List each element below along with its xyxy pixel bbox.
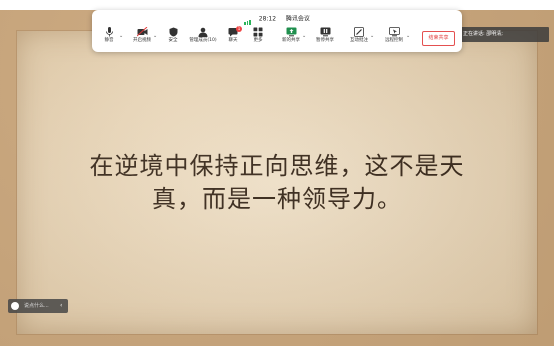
chevron-left-icon[interactable]: ‹ [60,299,62,313]
shared-screen-frame: 在逆境中保持正向思维，这不是天 真，而是一种领导力。 [0,10,554,346]
app-title: 腾讯会议 [285,15,310,23]
pause-share-label: 暂停共享 [316,38,334,43]
remote-control-label: 远程控制 [385,38,403,43]
signal-icon [244,13,252,25]
annotate-options-chevron-icon[interactable]: ⌄ [370,33,374,39]
toolbar-header: 28:12 腾讯会议 [92,13,462,25]
slide-text: 在逆境中保持正向思维，这不是天 真，而是一种领导力。 [60,150,494,216]
remote-control-icon [388,27,400,37]
annotate-button[interactable]: 互动批注 [344,27,374,51]
pause-share-icon [320,27,330,37]
security-button[interactable]: 安全 [158,27,188,51]
chat-input-bar[interactable]: 说点什么... ‹ [8,299,68,313]
meeting-timer: 28:12 [258,15,277,23]
meeting-toolbar: 28:12 腾讯会议 静音 ⌄ 开启视频 ⌄ 安全 管理成员(10) 1 聊天 … [92,10,462,52]
video-off-icon [136,27,147,37]
share-options-chevron-icon[interactable]: ⌄ [302,33,306,39]
slide-paper [17,31,537,334]
members-icon [198,27,208,37]
speaking-text: 正在讲话: 邵明清; [463,31,503,37]
new-share-button[interactable]: 新的共享 [276,27,306,51]
more-label: 更多 [253,38,263,43]
emoji-icon[interactable] [11,302,19,310]
slide-line-2: 真，而是一种领导力。 [152,185,402,213]
video-options-chevron-icon[interactable]: ⌄ [153,33,157,39]
speaking-indicator: 正在讲话: 邵明清; [459,27,549,42]
share-screen-icon [286,27,296,37]
slide-line-1: 在逆境中保持正向思维，这不是天 [89,152,465,180]
mute-button[interactable]: 静音 [94,27,124,51]
remote-options-chevron-icon[interactable]: ⌄ [406,33,410,39]
manage-members-label: 管理成员(10) [189,38,217,43]
security-label: 安全 [168,38,178,43]
end-share-button[interactable]: 结束共享 [422,31,455,46]
remote-control-button[interactable]: 远程控制 [379,27,409,51]
pause-share-button[interactable]: 暂停共享 [310,27,340,51]
start-video-button[interactable]: 开启视频 [127,27,157,51]
annotate-icon [354,27,364,37]
more-button[interactable]: 更多 [243,27,273,51]
manage-members-button[interactable]: 管理成员(10) [186,27,220,51]
shield-icon [169,27,177,37]
more-icon [253,27,263,37]
mute-options-chevron-icon[interactable]: ⌄ [119,33,123,39]
chat-placeholder[interactable]: 说点什么... [24,299,49,313]
chat-unread-badge: 1 [236,26,242,32]
microphone-icon [105,27,113,37]
